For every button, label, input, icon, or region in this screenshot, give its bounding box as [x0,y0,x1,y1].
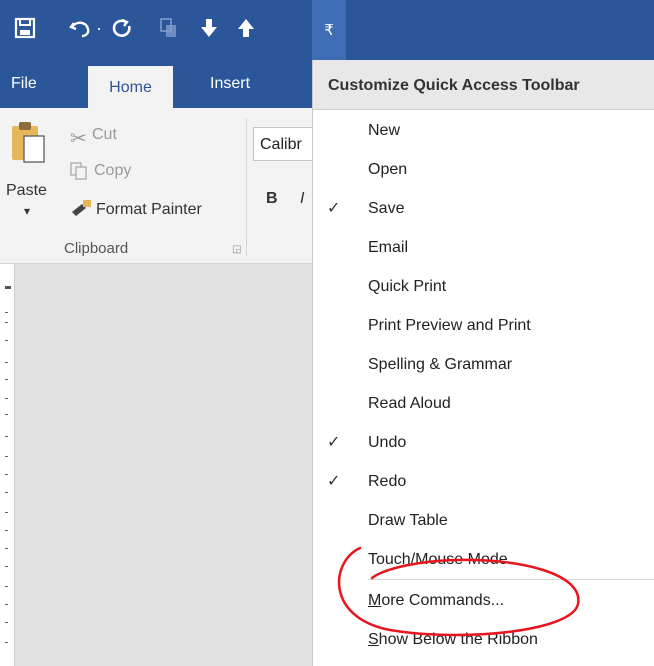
tab-insert[interactable]: Insert [210,60,250,108]
cut-icon[interactable]: ✂ [70,126,87,151]
title-bar: · ₹ [0,0,654,60]
copy-button[interactable]: Copy [94,162,131,180]
menu-title: Customize Quick Access Toolbar [313,60,654,110]
move-up-icon[interactable] [233,12,259,44]
menu-item-print-preview[interactable]: Print Preview and Print [313,306,654,345]
menu-item-redo[interactable]: ✓ Redo [313,462,654,501]
paste-icon[interactable] [10,118,46,171]
menu-item-label: Open [368,161,408,178]
group-divider [246,118,247,256]
paste-button[interactable]: Paste [6,182,47,200]
checkmark-icon: ✓ [327,434,341,451]
tab-home[interactable]: Home [88,66,173,108]
menu-item-spelling-grammar[interactable]: Spelling & Grammar [313,345,654,384]
menu-item-label: Email [368,239,409,256]
menu-item-save[interactable]: ✓ Save [313,189,654,228]
move-down-icon[interactable] [196,12,222,44]
dialog-launcher-icon[interactable]: ◲ [232,244,241,255]
italic-button[interactable]: I [300,190,304,208]
menu-item-label: Show Below the Ribbon [368,631,538,648]
menu-item-email[interactable]: Email [313,228,654,267]
menu-item-open[interactable]: Open [313,150,654,189]
menu-item-label: Spelling & Grammar [368,356,513,373]
format-painter-icon[interactable] [70,198,94,223]
checkmark-icon: ✓ [327,473,341,490]
paste-dropdown-icon[interactable]: ▾ [24,204,30,218]
tab-file[interactable]: File [11,60,37,108]
menu-item-label: More Commands... [368,592,505,609]
menu-item-label: Draw Table [368,512,448,529]
customize-qat-menu: Customize Quick Access Toolbar New Open … [312,60,654,666]
menu-item-label: Read Aloud [368,395,451,412]
menu-separator [368,579,654,580]
menu-item-draw-table[interactable]: Draw Table [313,501,654,540]
vertical-ruler [0,264,15,666]
menu-item-label: Save [368,200,405,217]
menu-item-show-below-ribbon[interactable]: Show Below the Ribbon [313,620,654,659]
menu-item-label: Touch/Mouse Mode [368,551,508,568]
customize-qat-button[interactable]: ₹ [312,0,346,60]
customize-dropdown-icon: ₹ [324,22,334,39]
menu-item-label: Quick Print [368,278,447,295]
undo-icon[interactable] [66,12,94,44]
menu-item-label: Print Preview and Print [368,317,531,334]
menu-item-new[interactable]: New [313,111,654,150]
menu-item-label: Redo [368,473,407,490]
menu-item-read-aloud[interactable]: Read Aloud [313,384,654,423]
undo-dropdown-icon[interactable]: · [93,12,105,44]
menu-item-undo[interactable]: ✓ Undo [313,423,654,462]
clipboard-group-label: Clipboard [64,240,129,257]
redo-icon[interactable] [108,12,136,44]
menu-item-label: New [368,122,401,139]
menu-item-touch-mouse-mode[interactable]: Touch/Mouse Mode [313,540,654,579]
format-painter-button[interactable]: Format Painter [96,201,202,219]
menu-item-quick-print[interactable]: Quick Print [313,267,654,306]
save-icon[interactable] [10,12,40,44]
menu-item-label: Undo [368,434,407,451]
font-name-field[interactable]: Calibr [253,127,313,161]
touch-mode-icon[interactable] [155,12,183,44]
checkmark-icon: ✓ [327,200,341,217]
cut-button[interactable]: Cut [92,126,117,144]
copy-icon[interactable] [70,162,88,185]
menu-item-more-commands[interactable]: More Commands... [313,581,654,620]
bold-button[interactable]: B [266,190,278,208]
